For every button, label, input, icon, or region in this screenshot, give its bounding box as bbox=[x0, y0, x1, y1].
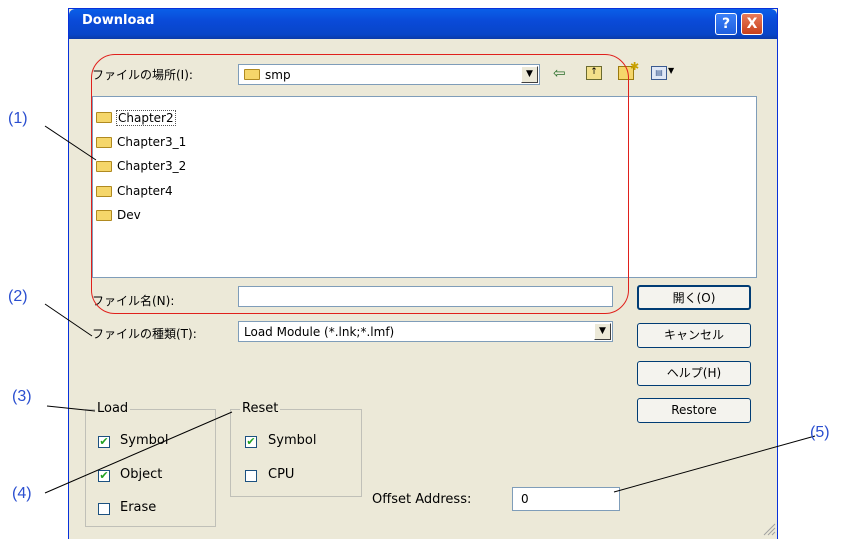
annotation-1: (1) bbox=[8, 110, 28, 127]
annotation-5: (5) bbox=[810, 424, 830, 441]
annotation-2: (2) bbox=[8, 288, 28, 305]
annotation-4: (4) bbox=[12, 485, 32, 502]
annotation-leader-lines bbox=[44, 125, 816, 494]
annotation-3: (3) bbox=[12, 388, 32, 405]
